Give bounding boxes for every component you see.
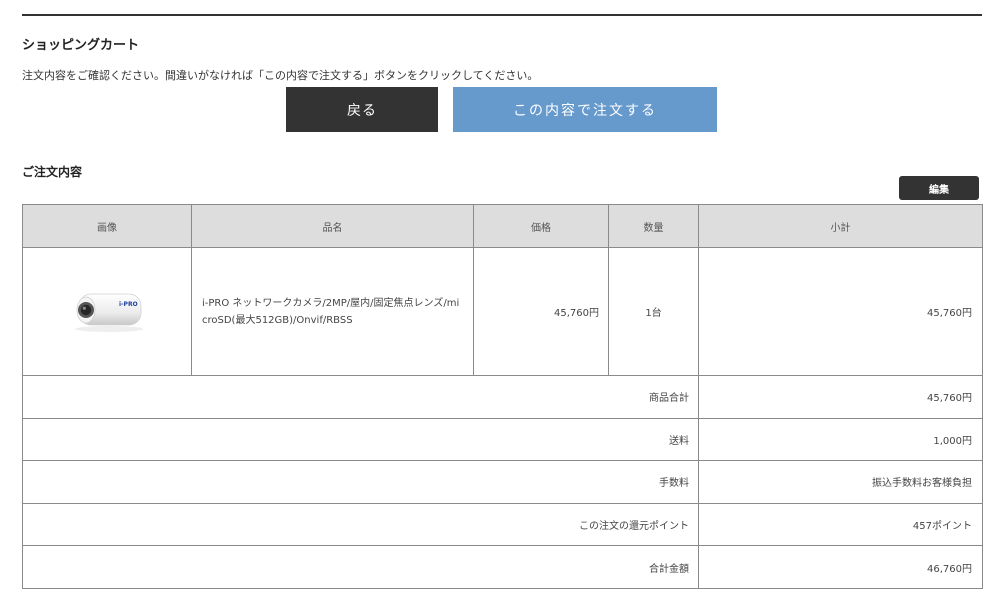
product-image-cell: i-PRO — [22, 247, 192, 376]
summary-value: 振込手数料お客様負担 — [698, 460, 983, 504]
product-price: 45,760円 — [473, 247, 609, 376]
column-header-name: 品名 — [191, 204, 474, 248]
place-order-button[interactable]: この内容で注文する — [453, 87, 717, 132]
summary-value: 1,000円 — [698, 417, 983, 462]
summary-row-grand-total: 合計金額 46,760円 — [22, 545, 983, 589]
column-header-price: 価格 — [473, 204, 609, 248]
back-button[interactable]: 戻る — [286, 87, 438, 132]
summary-value: 45,760円 — [698, 375, 983, 419]
camera-product-image: i-PRO — [75, 293, 143, 332]
summary-label: 送料 — [22, 417, 699, 462]
summary-row-shipping: 送料 1,000円 — [22, 417, 983, 462]
summary-label: 商品合計 — [22, 375, 699, 419]
summary-label: この注文の還元ポイント — [22, 502, 699, 547]
column-header-subtotal: 小計 — [698, 204, 983, 248]
product-subtotal: 45,760円 — [698, 247, 983, 376]
table-row: i-PRO i-PRO ネットワークカメラ/2MP/屋内/固定焦点レンズ/mic… — [22, 247, 983, 376]
product-name: i-PRO ネットワークカメラ/2MP/屋内/固定焦点レンズ/microSD(最… — [191, 247, 474, 376]
page-title: ショッピングカート — [22, 38, 140, 53]
order-section-title: ご注文内容 — [22, 165, 83, 179]
summary-label: 合計金額 — [22, 545, 699, 589]
column-header-quantity: 数量 — [608, 204, 699, 248]
table-header-row: 画像 品名 価格 数量 小計 — [22, 204, 983, 248]
edit-button[interactable]: 編集 — [899, 176, 979, 200]
product-quantity: 1台 — [608, 247, 699, 376]
order-table: 画像 品名 価格 数量 小計 i-PRO i-PRO ネットワークカメラ/2MP… — [22, 204, 983, 589]
svg-text:i-PRO: i-PRO — [119, 301, 138, 308]
order-instruction: 注文内容をご確認ください。間違いがなければ「この内容で注文する」ボタンをクリック… — [22, 69, 539, 82]
summary-row-points: この注文の還元ポイント 457ポイント — [22, 502, 983, 547]
top-divider — [22, 14, 982, 16]
summary-value: 46,760円 — [698, 545, 983, 589]
summary-row-fee: 手数料 振込手数料お客様負担 — [22, 460, 983, 504]
summary-label: 手数料 — [22, 460, 699, 504]
summary-row-goods-total: 商品合計 45,760円 — [22, 375, 983, 419]
column-header-image: 画像 — [22, 204, 192, 248]
summary-value: 457ポイント — [698, 502, 983, 547]
